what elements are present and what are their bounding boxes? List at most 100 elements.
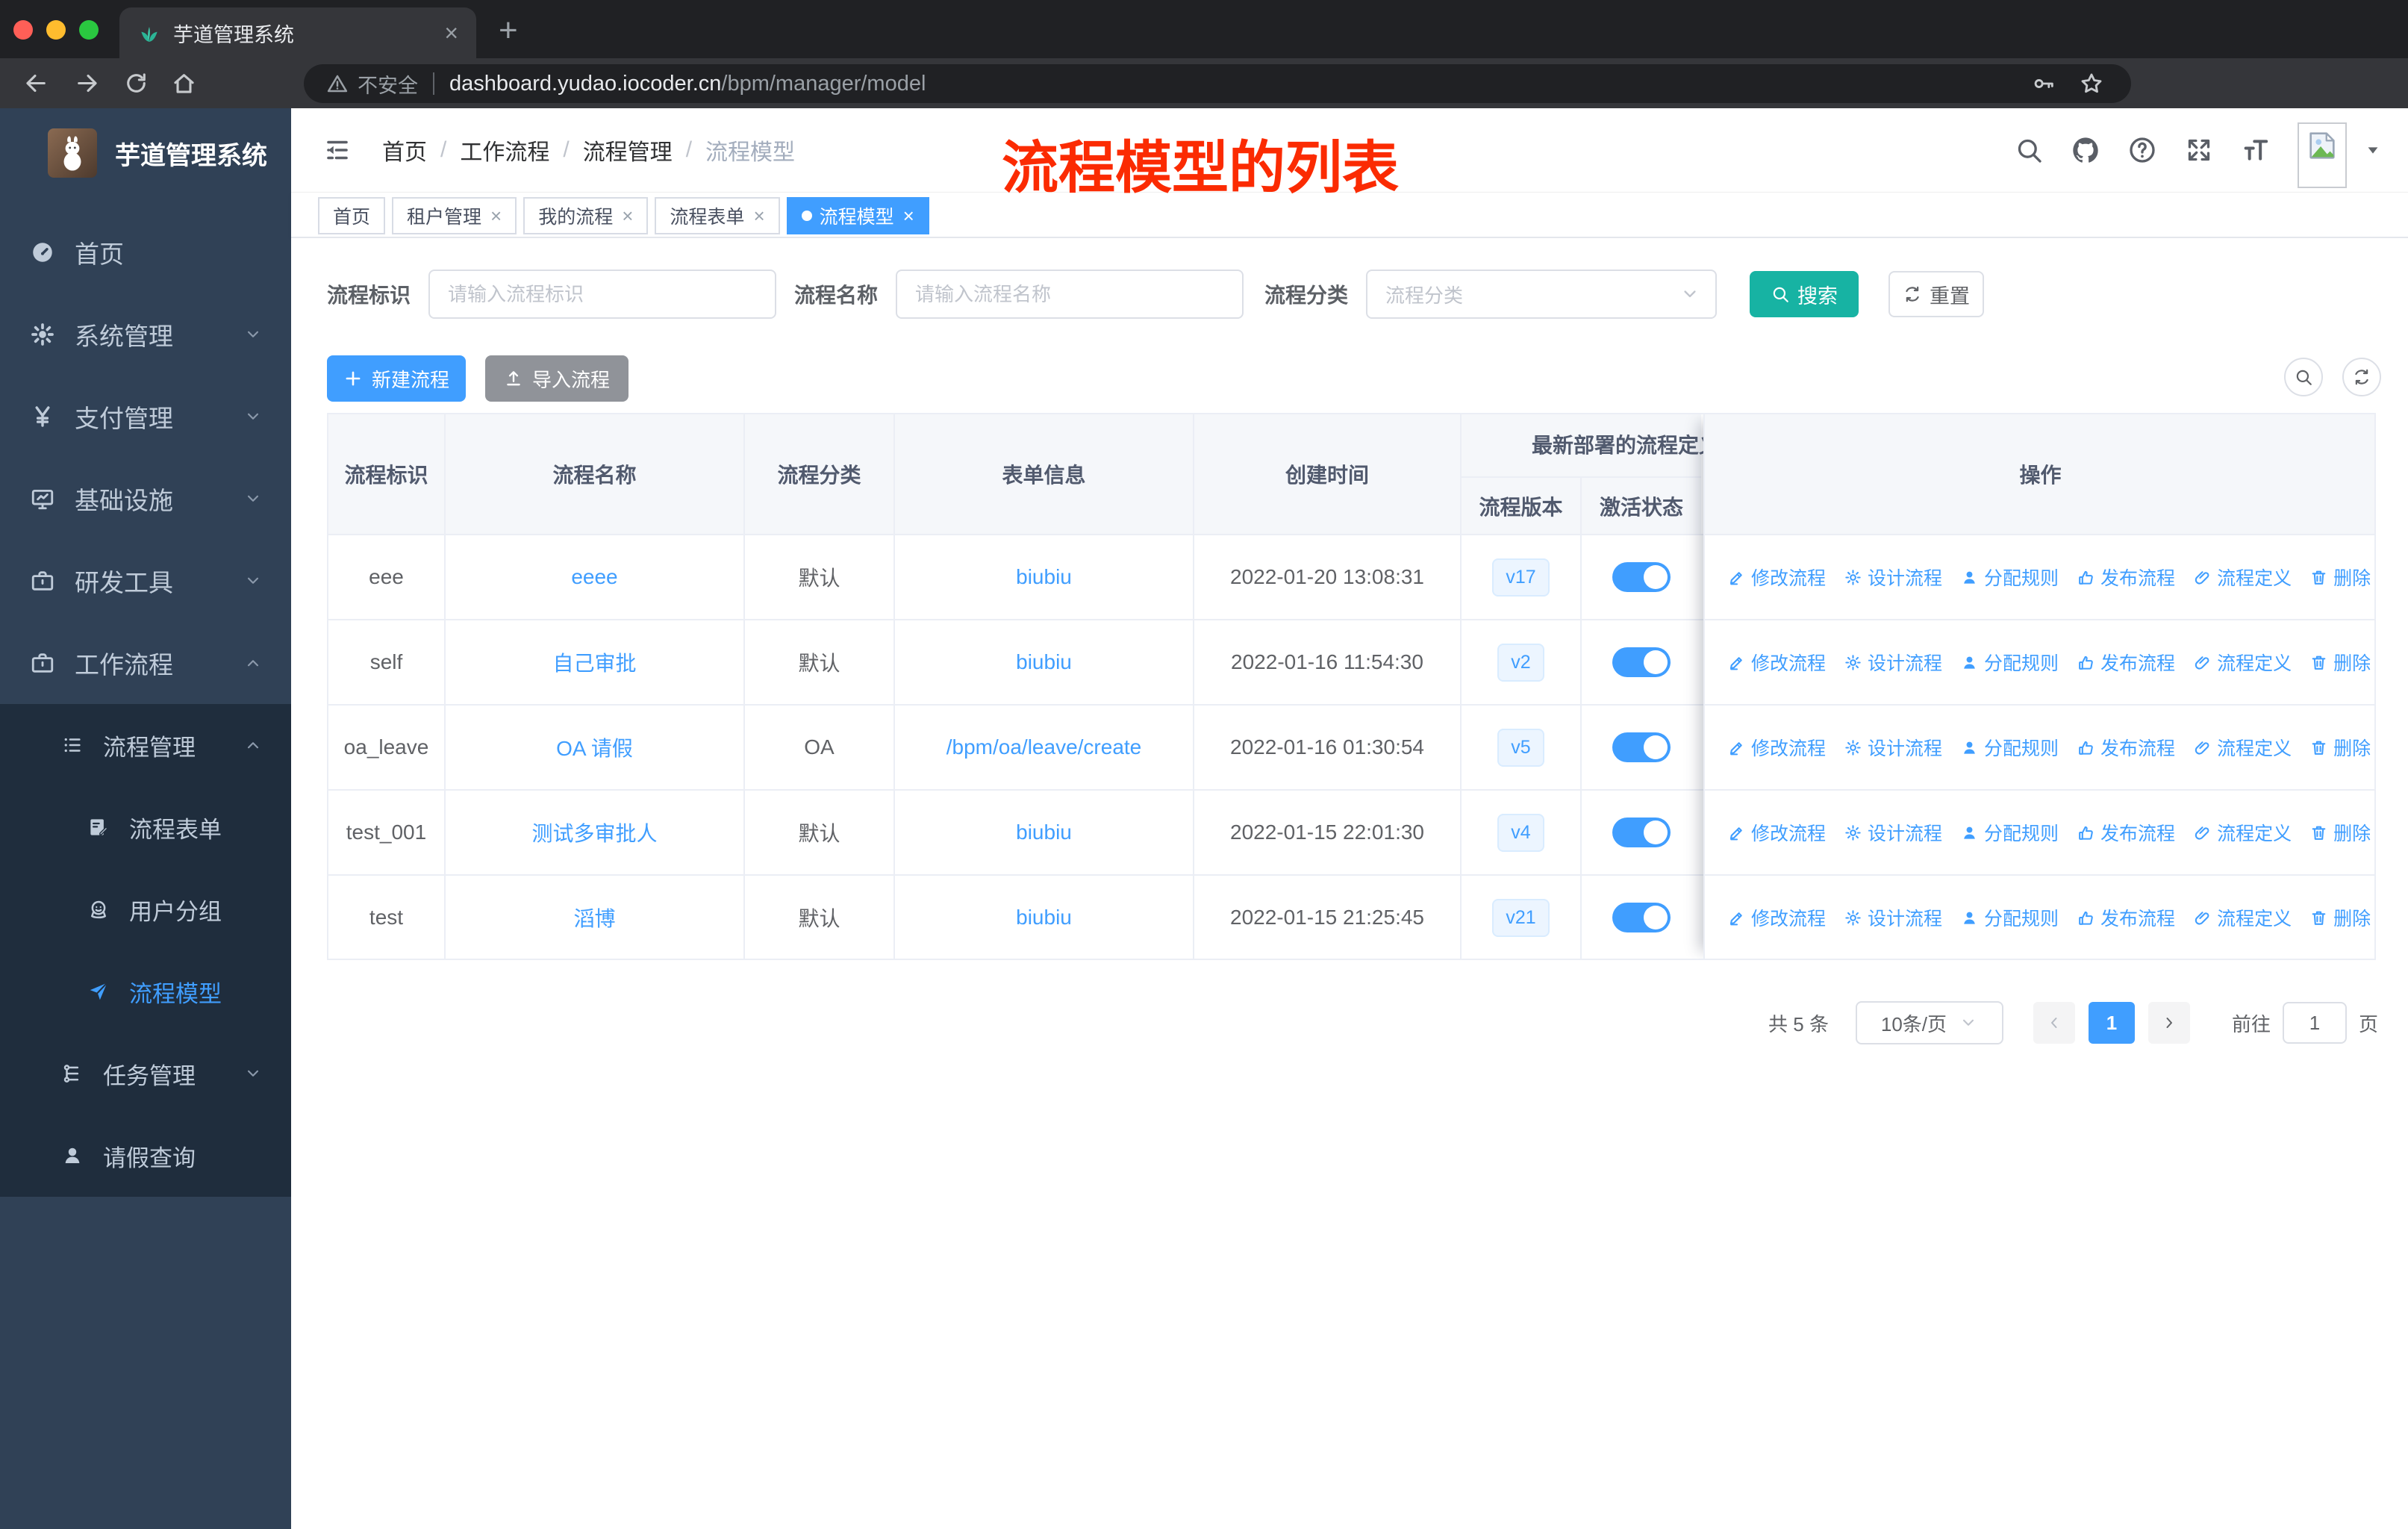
- close-icon[interactable]: ×: [903, 205, 914, 228]
- action-删除[interactable]: 删除: [2309, 649, 2371, 676]
- close-window-button[interactable]: [13, 20, 33, 40]
- next-page-button[interactable]: [2147, 1002, 2190, 1044]
- action-分配规则[interactable]: 分配规则: [1960, 734, 2059, 761]
- github-icon[interactable]: [2071, 135, 2100, 165]
- action-流程定义[interactable]: 流程定义: [2193, 734, 2292, 761]
- page-size-select[interactable]: 10条/页: [1855, 1001, 2003, 1044]
- action-发布流程[interactable]: 发布流程: [2077, 649, 2175, 676]
- action-删除[interactable]: 删除: [2309, 564, 2371, 591]
- process-key-input[interactable]: [428, 270, 777, 319]
- action-修改流程[interactable]: 修改流程: [1727, 564, 1826, 591]
- key-icon[interactable]: [2031, 71, 2056, 96]
- goto-page-input[interactable]: [2282, 1002, 2347, 1044]
- active-toggle[interactable]: [1612, 732, 1671, 762]
- action-设计流程[interactable]: 设计流程: [1844, 649, 1942, 676]
- active-toggle[interactable]: [1612, 562, 1671, 592]
- star-icon[interactable]: [2079, 71, 2104, 96]
- action-发布流程[interactable]: 发布流程: [2077, 819, 2175, 846]
- action-发布流程[interactable]: 发布流程: [2077, 734, 2175, 761]
- sidebar-item-流程管理[interactable]: 流程管理: [0, 704, 291, 786]
- home-icon[interactable]: [170, 69, 198, 97]
- sidebar-item-工作流程[interactable]: 工作流程: [0, 622, 291, 704]
- action-设计流程[interactable]: 设计流程: [1844, 734, 1942, 761]
- breadcrumb-item[interactable]: 工作流程: [460, 134, 549, 166]
- form-info-link[interactable]: biubiu: [1016, 820, 1072, 844]
- active-toggle[interactable]: [1612, 818, 1671, 847]
- fullscreen-icon[interactable]: [2184, 135, 2214, 165]
- action-设计流程[interactable]: 设计流程: [1844, 819, 1942, 846]
- close-icon[interactable]: ×: [753, 205, 764, 228]
- current-page-button[interactable]: 1: [2088, 1002, 2135, 1044]
- sidebar-item-系统管理[interactable]: 系统管理: [0, 293, 291, 376]
- import-process-button[interactable]: 导入流程: [485, 355, 628, 402]
- reload-icon[interactable]: [122, 69, 150, 97]
- process-name-link[interactable]: 滔博: [573, 903, 615, 932]
- reset-button[interactable]: 重置: [1888, 271, 1985, 317]
- action-分配规则[interactable]: 分配规则: [1960, 819, 2059, 846]
- caret-down-icon[interactable]: [2365, 142, 2381, 158]
- action-分配规则[interactable]: 分配规则: [1960, 564, 2059, 591]
- address-bar[interactable]: 不安全 dashboard.yudao.iocoder.cn /bpm/mana…: [304, 64, 2131, 103]
- help-icon[interactable]: [2127, 135, 2157, 165]
- tag-租户管理[interactable]: 租户管理 ×: [392, 197, 517, 234]
- action-流程定义[interactable]: 流程定义: [2193, 904, 2292, 931]
- new-tab-button[interactable]: +: [499, 12, 518, 49]
- action-发布流程[interactable]: 发布流程: [2077, 564, 2175, 591]
- action-分配规则[interactable]: 分配规则: [1960, 649, 2059, 676]
- search-button[interactable]: 搜索: [1750, 271, 1859, 317]
- close-icon[interactable]: ×: [490, 205, 502, 228]
- tag-我的流程[interactable]: 我的流程 ×: [523, 197, 649, 234]
- action-修改流程[interactable]: 修改流程: [1727, 649, 1826, 676]
- tag-首页[interactable]: 首页: [318, 197, 386, 234]
- tag-流程表单[interactable]: 流程表单 ×: [655, 197, 780, 234]
- sidebar-item-流程表单[interactable]: 流程表单: [0, 786, 291, 868]
- form-info-link[interactable]: biubiu: [1016, 906, 1072, 929]
- active-toggle[interactable]: [1612, 647, 1671, 677]
- toggle-search-button[interactable]: [2284, 358, 2323, 396]
- sidebar-item-首页[interactable]: 首页: [0, 211, 291, 293]
- process-category-select[interactable]: 流程分类: [1366, 270, 1718, 319]
- sidebar-item-支付管理[interactable]: 支付管理: [0, 376, 291, 458]
- breadcrumb-item[interactable]: 首页: [382, 134, 427, 166]
- font-size-icon[interactable]: [2241, 135, 2271, 165]
- action-修改流程[interactable]: 修改流程: [1727, 904, 1826, 931]
- action-删除[interactable]: 删除: [2309, 904, 2371, 931]
- action-流程定义[interactable]: 流程定义: [2193, 819, 2292, 846]
- browser-tab[interactable]: 芋道管理系统 ×: [119, 7, 476, 58]
- form-info-link[interactable]: biubiu: [1016, 565, 1072, 589]
- active-toggle[interactable]: [1612, 903, 1671, 932]
- action-流程定义[interactable]: 流程定义: [2193, 649, 2292, 676]
- action-修改流程[interactable]: 修改流程: [1727, 819, 1826, 846]
- action-分配规则[interactable]: 分配规则: [1960, 904, 2059, 931]
- close-icon[interactable]: ×: [622, 205, 633, 228]
- sidebar-item-用户分组[interactable]: 用户分组: [0, 868, 291, 950]
- process-name-link[interactable]: 自己审批: [552, 647, 636, 677]
- action-发布流程[interactable]: 发布流程: [2077, 904, 2175, 931]
- forward-icon[interactable]: [73, 69, 101, 97]
- zoom-window-button[interactable]: [79, 20, 99, 40]
- breadcrumb-item[interactable]: 流程管理: [583, 134, 673, 166]
- minimize-window-button[interactable]: [46, 20, 66, 40]
- sidebar-item-基础设施[interactable]: 基础设施: [0, 458, 291, 540]
- action-删除[interactable]: 删除: [2309, 734, 2371, 761]
- action-流程定义[interactable]: 流程定义: [2193, 564, 2292, 591]
- collapse-sidebar-icon[interactable]: [324, 137, 351, 164]
- sidebar-item-任务管理[interactable]: 任务管理: [0, 1033, 291, 1115]
- action-修改流程[interactable]: 修改流程: [1727, 734, 1826, 761]
- form-info-link[interactable]: /bpm/oa/leave/create: [946, 735, 1142, 759]
- action-设计流程[interactable]: 设计流程: [1844, 564, 1942, 591]
- tag-流程模型[interactable]: 流程模型 ×: [786, 197, 929, 234]
- form-info-link[interactable]: biubiu: [1016, 650, 1072, 674]
- process-name-link[interactable]: 测试多审批人: [531, 818, 657, 847]
- tab-close-icon[interactable]: ×: [444, 21, 458, 45]
- sidebar-item-请假查询[interactable]: 请假查询: [0, 1115, 291, 1197]
- back-icon[interactable]: [22, 69, 50, 97]
- action-设计流程[interactable]: 设计流程: [1844, 904, 1942, 931]
- create-process-button[interactable]: 新建流程: [327, 355, 466, 402]
- prev-page-button[interactable]: [2033, 1002, 2075, 1044]
- sidebar-item-流程模型[interactable]: 流程模型: [0, 950, 291, 1033]
- sidebar-item-研发工具[interactable]: 研发工具: [0, 540, 291, 622]
- refresh-table-button[interactable]: [2342, 358, 2381, 396]
- avatar[interactable]: [2298, 122, 2347, 188]
- search-icon[interactable]: [2014, 135, 2044, 165]
